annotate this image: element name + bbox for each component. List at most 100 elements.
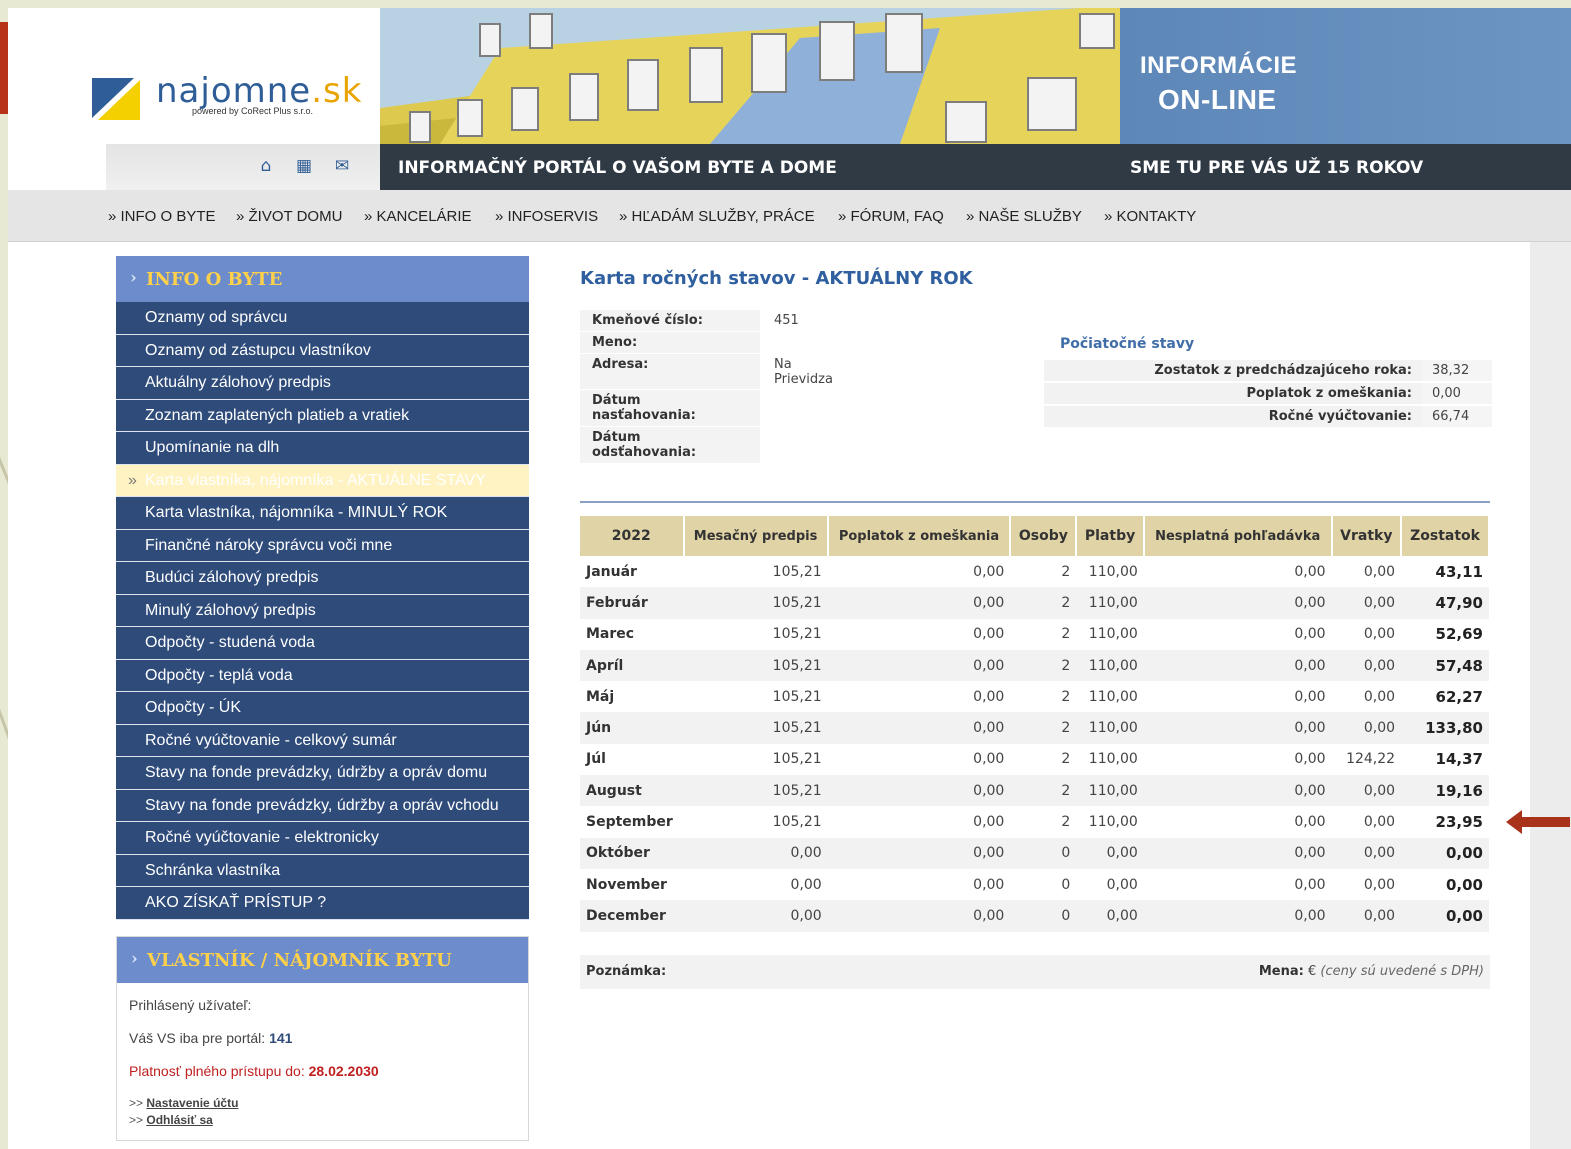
initial-state-label: Zostatok z predchádzajúceho roka: bbox=[1044, 360, 1422, 381]
table-cell: 0,00 bbox=[1331, 775, 1402, 807]
table-cell: 0,00 bbox=[1294, 626, 1326, 643]
sidebar-item[interactable]: Ročné vyúčtovanie - celkový sumár bbox=[116, 724, 529, 757]
home-icon[interactable]: ⌂ bbox=[256, 156, 276, 176]
table-row: Jún 105,21 0,00 2 110,00 0,00 0,00 133,80 bbox=[580, 712, 1489, 744]
note-bar: Poznámka: Mena: € (ceny sú uvedené s DPH… bbox=[580, 955, 1490, 989]
month-cell: Február bbox=[580, 587, 684, 619]
table-cell: 0,00 bbox=[1363, 688, 1396, 705]
nav-infoservis[interactable]: » INFOSERVIS bbox=[495, 208, 598, 225]
nav-hladam-sluzby[interactable]: » HĽADÁM SLUŽBY, PRÁCE bbox=[619, 208, 815, 225]
table-cell: 2 bbox=[1010, 587, 1077, 619]
table-cell: 43,11 bbox=[1435, 562, 1483, 581]
table-cell: 0,00 bbox=[973, 814, 1005, 831]
table-cell: 0,00 bbox=[1331, 900, 1402, 932]
table-cell: 0,00 bbox=[827, 587, 1011, 619]
sidebar-item[interactable]: Oznamy od zástupcu vlastníkov bbox=[116, 334, 529, 367]
table-cell: 0,00 bbox=[1363, 876, 1396, 893]
portal-title: INFORMAČNÝ PORTÁL O VAŠOM BYTE A DOME bbox=[398, 158, 837, 178]
table-row: Júl 105,21 0,00 2 110,00 0,00 124,22 14,37 bbox=[580, 744, 1489, 775]
nav-kancelarie[interactable]: » KANCELÁRIE bbox=[364, 208, 472, 225]
main-nav: » INFO O BYTE » ŽIVOT DOMU » KANCELÁRIE … bbox=[8, 190, 1571, 242]
table-cell: 0,00 bbox=[1143, 712, 1332, 744]
account-settings-link[interactable]: Nastavenie účtu bbox=[146, 1096, 238, 1110]
sidebar-item[interactable]: Budúci zálohový predpis bbox=[116, 562, 529, 595]
table-cell: 2 bbox=[1061, 688, 1071, 705]
header-dark-bar: INFORMAČNÝ PORTÁL O VAŠOM BYTE A DOME SM… bbox=[380, 144, 1571, 190]
column-header: Zostatok bbox=[1401, 516, 1490, 556]
sidebar-item[interactable]: Odpočty - studená voda bbox=[116, 627, 529, 660]
table-cell: 57,48 bbox=[1401, 649, 1489, 682]
sidebar-item[interactable]: Minulý zálohový predpis bbox=[116, 594, 529, 627]
nav-nase-sluzby[interactable]: » NAŠE SLUŽBY bbox=[966, 208, 1082, 225]
info-label: Adresa: bbox=[580, 354, 760, 390]
nav-kontakty[interactable]: » KONTAKTY bbox=[1104, 208, 1196, 225]
initial-state-value: 0,00 bbox=[1422, 383, 1492, 404]
logged-user-label: Prihlásený užívateľ: bbox=[129, 996, 252, 1013]
month-cell: September bbox=[586, 814, 673, 831]
table-cell: 0,00 bbox=[1294, 751, 1326, 768]
table-cell: 14,37 bbox=[1435, 750, 1483, 769]
table-cell: 0,00 bbox=[1143, 649, 1332, 682]
sidebar-item[interactable]: Karta vlastníka, nájomníka - AKTUÁLNE ST… bbox=[116, 464, 529, 497]
note-label: Poznámka: bbox=[586, 964, 667, 979]
table-cell: 0,00 bbox=[1401, 837, 1489, 869]
table-cell: 2 bbox=[1061, 626, 1071, 643]
table-cell: 0,00 bbox=[827, 837, 1011, 869]
nav-forum-faq[interactable]: » FÓRUM, FAQ bbox=[838, 208, 944, 225]
building-icon[interactable]: ▦ bbox=[294, 156, 314, 176]
logout-link[interactable]: Odhlásiť sa bbox=[146, 1113, 212, 1127]
table-cell: 0,00 bbox=[973, 563, 1005, 580]
table-cell: 19,16 bbox=[1401, 775, 1489, 807]
sidebar-item[interactable]: Stavy na fonde prevádzky, údržby a opráv… bbox=[116, 789, 529, 822]
info-label: Kmeňové číslo: bbox=[580, 310, 760, 332]
sidebar-item[interactable]: Oznamy od správcu bbox=[116, 302, 529, 335]
table-cell: 110,00 bbox=[1088, 751, 1138, 768]
table-cell: 0,00 bbox=[973, 626, 1005, 643]
initial-state-row: Poplatok z omeškania: 0,00 bbox=[1044, 383, 1492, 404]
table-cell: 0,00 bbox=[1363, 626, 1396, 643]
table-row: Marec 105,21 0,00 2 110,00 0,00 0,00 52,69 bbox=[580, 619, 1489, 650]
sidebar-item[interactable]: Stavy na fonde prevádzky, údržby a opráv… bbox=[116, 757, 529, 790]
column-header: Mesačný predpis bbox=[683, 516, 829, 556]
column-header: Osoby bbox=[1010, 516, 1078, 556]
table-cell: 0,00 bbox=[973, 876, 1005, 893]
header-icons-bar: ⌂ ▦ ✉ bbox=[106, 144, 380, 190]
sidebar-item[interactable]: Aktuálny zálohový predpis bbox=[116, 367, 529, 400]
mail-icon[interactable]: ✉ bbox=[332, 156, 352, 176]
sidebar-item[interactable]: Odpočty - teplá voda bbox=[116, 659, 529, 692]
table-cell: 133,80 bbox=[1401, 712, 1489, 744]
table-cell: 2 bbox=[1061, 563, 1071, 580]
table-cell: 0,00 bbox=[1294, 814, 1326, 831]
month-cell: Október bbox=[580, 837, 684, 869]
sidebar-item[interactable]: Finančné nároky správcu voči mne bbox=[116, 529, 529, 562]
nav-info-o-byte[interactable]: » INFO O BYTE bbox=[108, 208, 216, 225]
owner-box-title: VLASTNÍK / NÁJOMNÍK BYTU bbox=[117, 936, 528, 983]
table-cell: 110,00 bbox=[1076, 587, 1144, 619]
sidebar-item[interactable]: Odpočty - ÚK bbox=[116, 692, 529, 725]
sidebar-item[interactable]: Ročné vyúčtovanie - elektronicky bbox=[116, 822, 529, 855]
nav-zivot-domu[interactable]: » ŽIVOT DOMU bbox=[236, 208, 342, 225]
table-cell: 2 bbox=[1010, 712, 1077, 744]
table-cell: 110,00 bbox=[1076, 775, 1144, 807]
sidebar-item[interactable]: Karta vlastníka, nájomníka - MINULÝ ROK bbox=[116, 497, 529, 530]
sidebar-item[interactable]: Upomínanie na dlh bbox=[116, 432, 529, 465]
table-cell: 0,00 bbox=[1294, 876, 1326, 893]
building-photo bbox=[380, 8, 1120, 144]
banner-line-2: ON-LINE bbox=[1158, 84, 1277, 115]
sidebar-item[interactable]: Zoznam zaplatených platieb a vratiek bbox=[116, 399, 529, 432]
table-cell: 0,00 bbox=[1445, 875, 1483, 894]
table-cell: 124,22 bbox=[1346, 751, 1396, 768]
logo-subtitle: powered by CoRect Plus s.r.o. bbox=[192, 106, 314, 116]
table-cell: 2 bbox=[1061, 814, 1071, 831]
column-header: Nesplatná pohľadávka bbox=[1143, 516, 1333, 556]
table-row: Máj 105,21 0,00 2 110,00 0,00 0,00 62,27 bbox=[580, 681, 1489, 712]
logo[interactable]: najomne.sk powered by CoRect Plus s.r.o. bbox=[8, 8, 380, 144]
table-cell: 0,00 bbox=[683, 900, 828, 932]
table-row: Január 105,21 0,00 2 110,00 0,00 0,00 43,11 bbox=[580, 556, 1489, 587]
month-cell: Júl bbox=[586, 751, 606, 768]
column-header: Vratky bbox=[1331, 516, 1403, 556]
sidebar-item[interactable]: AKO ZÍSKAŤ PRÍSTUP ? bbox=[116, 887, 529, 920]
logo-mark-icon bbox=[92, 78, 140, 120]
sidebar-item[interactable]: Schránka vlastníka bbox=[116, 854, 529, 887]
info-value: 451 bbox=[774, 313, 799, 328]
